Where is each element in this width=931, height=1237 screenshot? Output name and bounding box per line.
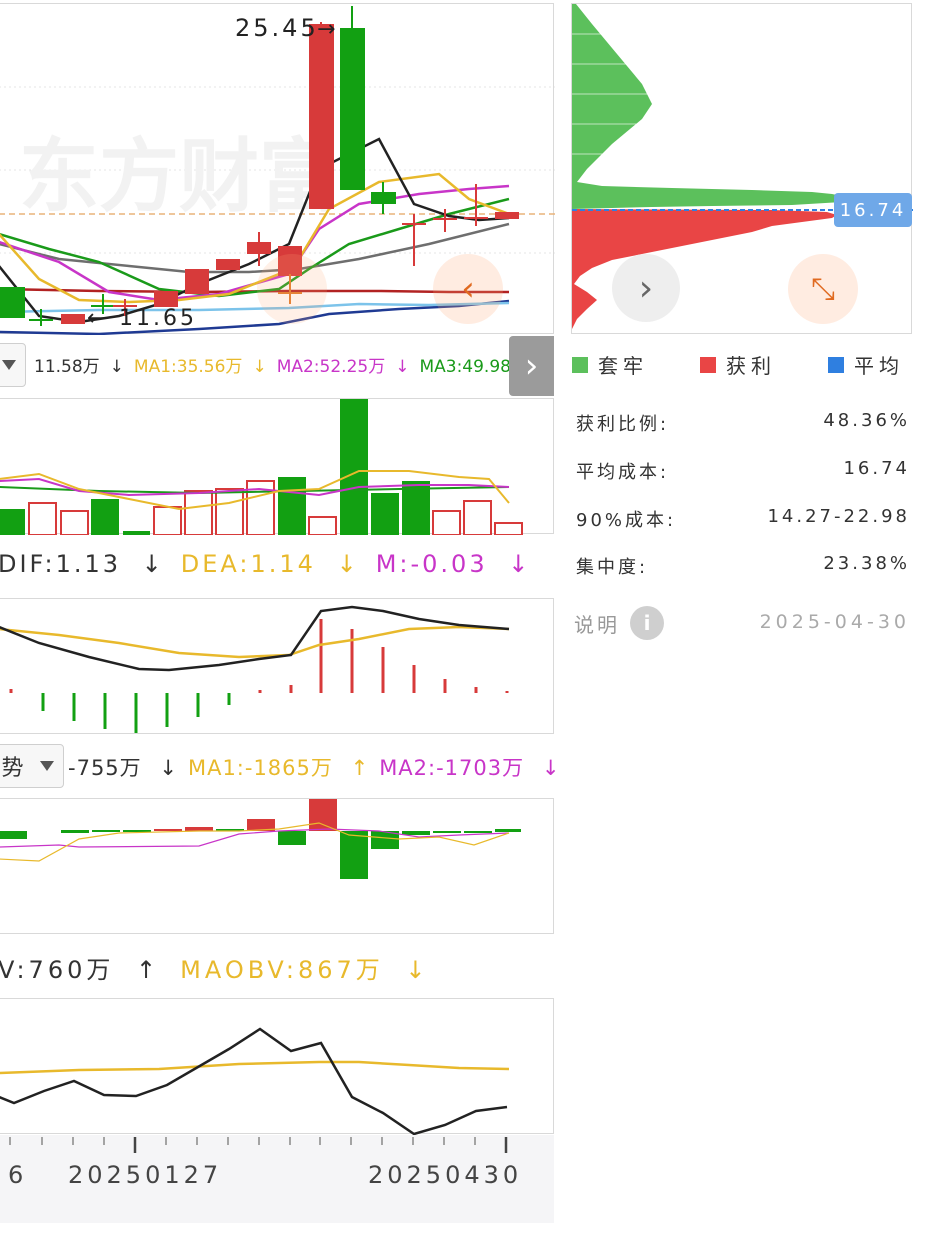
chip-date: 2025-04-30 xyxy=(759,611,910,633)
chip-next-button[interactable]: › xyxy=(612,254,680,322)
chip-fullscreen-button[interactable]: ⤡ xyxy=(788,254,858,324)
macd-svg xyxy=(0,605,510,733)
avg-cost-tag-value: 16.74 xyxy=(839,199,907,221)
legend-trapped-label: 套牢 xyxy=(598,354,648,378)
stat-value: 48.36% xyxy=(823,410,910,431)
chevron-right-icon: › xyxy=(638,267,654,309)
stat-90-cost: 90%成本: 14.27-22.98 xyxy=(576,506,910,532)
high-arrow: → xyxy=(317,17,335,42)
trend-indicator-dropdown[interactable]: 势 xyxy=(0,744,64,788)
chevron-down-icon xyxy=(2,360,16,370)
volume-chart[interactable] xyxy=(0,398,554,535)
trend-legend: -755万 ↓ MA1:-1865万 ↑ MA2:-1703万 ↓ xyxy=(68,756,561,780)
trend-chart[interactable] xyxy=(0,798,554,934)
kline-chart[interactable]: 东方财富 25.45 → ← 11.65 ‹ xyxy=(0,3,555,335)
stat-label: 获利比例: xyxy=(576,414,670,435)
x-axis-label-end: 20250430 xyxy=(368,1161,523,1189)
macd-chart[interactable] xyxy=(0,598,554,734)
trend-svg xyxy=(0,799,521,879)
macd-dif: DIF:1.13 xyxy=(0,550,122,578)
x-axis-label-partial: 6 xyxy=(8,1161,28,1189)
back-arrow-button[interactable]: ‹ xyxy=(433,254,503,324)
maobv-value: MAOBV:867万 xyxy=(180,956,384,984)
legend-profit-label: 获利 xyxy=(726,354,776,378)
x-axis: 6 20250127 20250430 xyxy=(0,1135,554,1223)
expand-icon: ⤡ xyxy=(811,271,835,307)
stat-label: 90%成本: xyxy=(576,510,677,531)
vol-ma1: MA1:35.56万 xyxy=(133,357,243,377)
trend-value: -755万 xyxy=(68,756,142,780)
x-axis-label-start: 20250127 xyxy=(68,1161,223,1189)
stat-profit-ratio: 获利比例: 48.36% xyxy=(576,410,910,436)
obv-legend: V:760万 ↑ MAOBV:867万 ↓ xyxy=(0,956,430,984)
trend-ma1: MA1:-1865万 xyxy=(187,756,333,780)
legend-trapped: 套牢 xyxy=(572,350,648,379)
watermark: 东方财富 xyxy=(19,130,339,223)
volume-svg xyxy=(0,399,523,535)
chevron-right-icon: › xyxy=(524,346,539,386)
trend-indicator-name: 势 xyxy=(1,756,24,781)
average-swatch xyxy=(828,356,844,373)
note-label: 说明 xyxy=(574,612,620,637)
vol-legend: 11.58万 ↓ MA1:35.56万 ↓ MA2:52.25万 ↓ MA3:49.9… xyxy=(34,357,552,377)
low-arrow: ← xyxy=(87,306,105,331)
macd-dea: DEA:1.14 xyxy=(180,550,316,578)
info-icon: i xyxy=(630,606,664,640)
obv-chart[interactable] xyxy=(0,998,554,1135)
stat-average-cost: 平均成本: 16.74 xyxy=(576,458,910,484)
obv-svg xyxy=(0,1027,510,1135)
stat-value: 16.74 xyxy=(843,458,910,479)
low-price-label: 11.65 xyxy=(119,306,197,331)
chip-trapped-bars xyxy=(572,4,852,209)
stat-label: 集中度: xyxy=(576,557,649,578)
chip-distribution-chart[interactable]: 16.74 › ⤡ xyxy=(571,3,913,334)
stat-value: 23.38% xyxy=(823,553,910,574)
profit-swatch xyxy=(700,356,716,373)
stat-label: 平均成本: xyxy=(576,462,670,483)
chip-note-button[interactable]: 说明 i xyxy=(574,606,664,640)
obv-value: V:760万 xyxy=(0,956,115,984)
vol-value: 11.58万 xyxy=(34,357,100,377)
stat-concentration: 集中度: 23.38% xyxy=(576,553,910,579)
trend-ma2: MA2:-1703万 xyxy=(379,756,525,780)
macd-legend: DIF:1.13 ↓ DEA:1.14 ↓ M:-0.03 ↓ xyxy=(0,550,532,578)
chevron-left-icon: ‹ xyxy=(461,269,475,309)
prev-nav-button[interactable] xyxy=(257,254,327,324)
legend-average: 平均 xyxy=(828,350,904,379)
expand-side-panel-button[interactable]: › xyxy=(509,336,554,396)
stat-value: 14.27-22.98 xyxy=(767,506,910,527)
vol-ma2: MA2:52.25万 xyxy=(276,357,386,377)
avg-cost-tag: 16.74 xyxy=(834,193,912,227)
trapped-swatch xyxy=(572,356,588,373)
legend-average-label: 平均 xyxy=(854,354,904,378)
legend-profit: 获利 xyxy=(700,350,776,379)
macd-m: M:-0.03 xyxy=(375,550,488,578)
chevron-down-icon xyxy=(40,761,55,771)
vol-indicator-dropdown[interactable] xyxy=(0,343,26,387)
high-price-label: 25.45 xyxy=(235,14,319,42)
